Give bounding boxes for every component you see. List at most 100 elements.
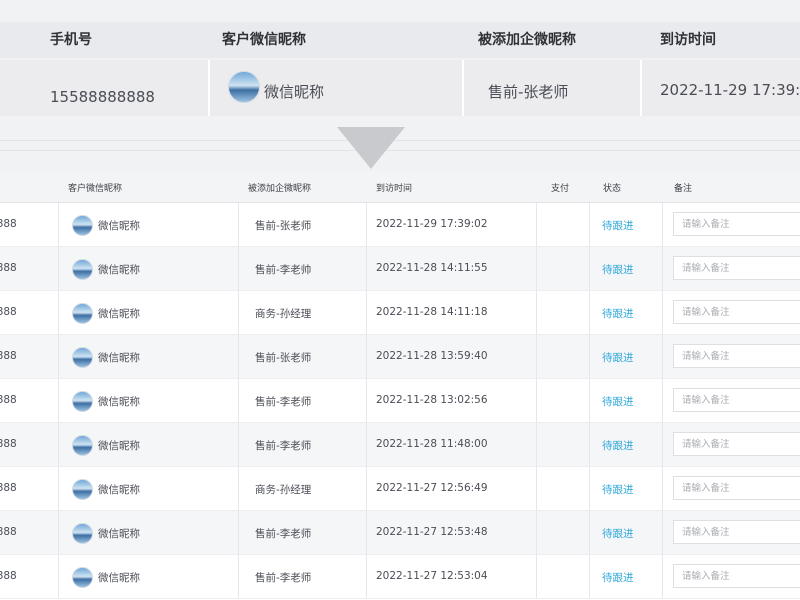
- column-divider: [58, 203, 59, 246]
- column-divider: [662, 379, 663, 422]
- status-link[interactable]: 待跟进: [602, 482, 634, 497]
- note-input[interactable]: [673, 476, 800, 500]
- row-phone: 8888: [0, 438, 17, 450]
- row-added-by: 售前-李老师: [255, 572, 312, 584]
- note-input[interactable]: [673, 564, 800, 588]
- zoom-divider: [208, 60, 210, 116]
- header-visit-time: 到访时间: [376, 184, 413, 194]
- column-divider: [536, 555, 537, 598]
- zoom-divider: [462, 60, 464, 116]
- column-divider: [58, 467, 59, 510]
- row-added-by: 售前-李老师: [255, 528, 312, 540]
- column-divider: [366, 511, 367, 554]
- column-divider: [238, 203, 239, 246]
- wechat-avatar-icon: [228, 71, 260, 103]
- column-divider: [589, 379, 590, 422]
- table-header: 客户微信昵称 被添加企微昵称 到访时间 支付 状态 备注: [0, 172, 800, 203]
- status-link[interactable]: 待跟进: [602, 526, 634, 541]
- column-divider: [662, 335, 663, 378]
- column-divider: [238, 335, 239, 378]
- row-phone: 8888: [0, 218, 17, 230]
- status-link[interactable]: 待跟进: [602, 438, 634, 453]
- zoom-added-by: 售前-张老师: [488, 83, 569, 101]
- column-divider: [536, 379, 537, 422]
- zoom-phone: 15588888888: [50, 88, 155, 106]
- status-link[interactable]: 待跟进: [602, 570, 634, 585]
- header-pay: 支付: [551, 184, 570, 194]
- column-divider: [662, 511, 663, 554]
- wechat-avatar-icon: [72, 347, 93, 368]
- column-divider: [589, 247, 590, 290]
- column-divider: [238, 423, 239, 466]
- column-divider: [662, 291, 663, 334]
- row-nickname: 微信昵称: [98, 264, 140, 276]
- zoom-header-added-by: 被添加企微昵称: [478, 32, 576, 48]
- row-visit-time: 2022-11-27 12:53:48: [376, 526, 488, 538]
- column-divider: [238, 247, 239, 290]
- table-row: 8888 微信昵称 售前-李老师 2022-11-27 12:53:04 待跟进: [0, 555, 800, 599]
- row-visit-time: 2022-11-28 13:02:56: [376, 394, 488, 406]
- wechat-avatar-icon: [72, 303, 93, 324]
- note-input[interactable]: [673, 520, 800, 544]
- zoom-table-row: 15588888888 微信昵称 售前-张老师 2022-11-29 17:39…: [0, 60, 800, 116]
- row-nickname: 微信昵称: [98, 572, 140, 584]
- row-visit-time: 2022-11-28 13:59:40: [376, 350, 488, 362]
- column-divider: [366, 467, 367, 510]
- note-input[interactable]: [673, 344, 800, 368]
- row-visit-time: 2022-11-28 14:11:55: [376, 262, 488, 274]
- zoom-divider: [640, 60, 642, 116]
- column-divider: [662, 203, 663, 246]
- down-arrow-icon: [337, 127, 405, 169]
- zoom-visit-time: 2022-11-29 17:39:02: [660, 81, 800, 99]
- row-visit-time: 2022-11-28 14:11:18: [376, 306, 488, 318]
- table-row: 8888 微信昵称 售前-李老师 2022-11-27 12:53:48 待跟进: [0, 511, 800, 555]
- column-divider: [662, 247, 663, 290]
- column-divider: [58, 247, 59, 290]
- column-divider: [238, 379, 239, 422]
- row-visit-time: 2022-11-27 12:56:49: [376, 482, 488, 494]
- note-input[interactable]: [673, 300, 800, 324]
- row-nickname: 微信昵称: [98, 308, 140, 320]
- zoom-header-visit-time: 到访时间: [660, 32, 716, 48]
- wechat-avatar-icon: [72, 567, 93, 588]
- wechat-avatar-icon: [72, 479, 93, 500]
- column-divider: [589, 203, 590, 246]
- column-divider: [366, 555, 367, 598]
- column-divider: [366, 203, 367, 246]
- column-divider: [536, 247, 537, 290]
- row-phone: 8888: [0, 306, 17, 318]
- status-link[interactable]: 待跟进: [602, 218, 634, 233]
- row-nickname: 微信昵称: [98, 396, 140, 408]
- note-input[interactable]: [673, 388, 800, 412]
- row-added-by: 售前-李老师: [255, 440, 312, 452]
- status-link[interactable]: 待跟进: [602, 262, 634, 277]
- row-phone: 8888: [0, 570, 17, 582]
- row-added-by: 商务-孙经理: [255, 484, 312, 496]
- column-divider: [366, 423, 367, 466]
- note-input[interactable]: [673, 432, 800, 456]
- row-nickname: 微信昵称: [98, 528, 140, 540]
- note-input[interactable]: [673, 212, 800, 236]
- column-divider: [58, 291, 59, 334]
- column-divider: [589, 511, 590, 554]
- row-nickname: 微信昵称: [98, 484, 140, 496]
- column-divider: [662, 467, 663, 510]
- column-divider: [238, 511, 239, 554]
- column-divider: [536, 203, 537, 246]
- column-divider: [662, 555, 663, 598]
- row-phone: 8888: [0, 482, 17, 494]
- visitor-table: 客户微信昵称 被添加企微昵称 到访时间 支付 状态 备注 8888微信昵称售前-…: [0, 172, 800, 600]
- column-divider: [58, 335, 59, 378]
- table-row: 8888 微信昵称 售前-李老师 2022-11-28 13:02:56 待跟进: [0, 379, 800, 423]
- column-divider: [238, 467, 239, 510]
- column-divider: [589, 335, 590, 378]
- status-link[interactable]: 待跟进: [602, 394, 634, 409]
- row-added-by: 售前-李老师: [255, 396, 312, 408]
- column-divider: [662, 423, 663, 466]
- note-input[interactable]: [673, 256, 800, 280]
- wechat-avatar-icon: [72, 259, 93, 280]
- table-row: 8888 微信昵称 商务-孙经理 2022-11-28 14:11:18 待跟进: [0, 291, 800, 335]
- table-row: 8888 微信昵称 售前-张老师 2022-11-29 17:39:02 待跟进: [0, 203, 800, 247]
- status-link[interactable]: 待跟进: [602, 350, 634, 365]
- status-link[interactable]: 待跟进: [602, 306, 634, 321]
